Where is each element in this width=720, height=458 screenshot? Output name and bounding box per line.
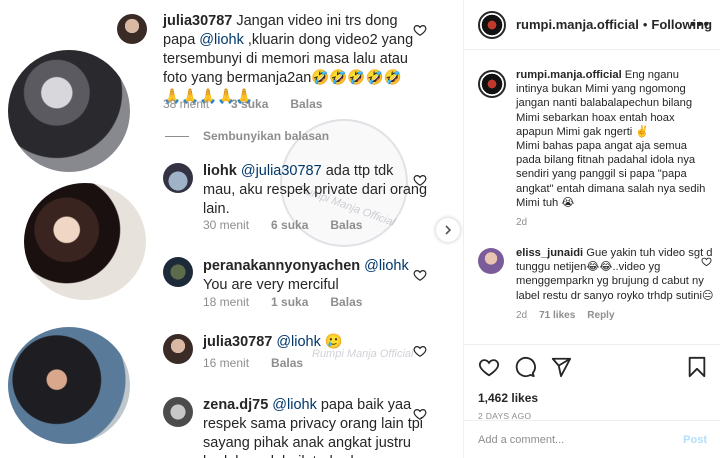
comment-input[interactable]: Add a comment... bbox=[478, 434, 564, 446]
post-button[interactable]: Post bbox=[683, 434, 707, 446]
mention-link: @julia30787 bbox=[240, 163, 322, 179]
heart-icon bbox=[413, 346, 427, 357]
next-slide-button[interactable] bbox=[436, 218, 460, 242]
avatar bbox=[163, 397, 193, 427]
comment: eliss_junaidi Gue yakin tuh video sgt d … bbox=[478, 246, 714, 323]
chevron-right-icon bbox=[445, 225, 452, 235]
bookmark-icon[interactable] bbox=[687, 356, 707, 378]
reply-link: Balas bbox=[330, 295, 363, 309]
avatar bbox=[163, 257, 193, 287]
reply-link: Balas bbox=[330, 218, 363, 232]
heart-icon bbox=[413, 409, 427, 420]
comment-likes[interactable]: 71 likes bbox=[539, 309, 575, 323]
mention-link: @liohk bbox=[364, 258, 409, 274]
comment-meta: 38 menit 3 suka Balas bbox=[163, 97, 323, 111]
heart-icon bbox=[413, 175, 427, 186]
avatar bbox=[163, 163, 193, 193]
heart-icon[interactable] bbox=[701, 256, 712, 267]
comment-meta: 2d 71 likes Reply bbox=[516, 309, 714, 323]
post-caption: rumpi.manja.official Eng nganu intinya b… bbox=[478, 68, 714, 230]
caption-time: 2d bbox=[516, 217, 528, 229]
heart-icon bbox=[413, 25, 427, 36]
mention-link: @liohk bbox=[272, 397, 317, 413]
comment-icon[interactable] bbox=[514, 356, 536, 378]
photo-elderly-couple-3 bbox=[8, 327, 130, 444]
post-image: Rumpi Manja Official Rumpi Manja Officia… bbox=[0, 0, 463, 458]
comment-username: zena.dj75 bbox=[203, 397, 269, 413]
comment-username[interactable]: eliss_junaidi bbox=[516, 247, 583, 259]
mention-link: @liohk bbox=[199, 32, 244, 48]
like-heart-icon[interactable] bbox=[478, 356, 500, 378]
comment: julia30787 @liohk 🥲 bbox=[203, 334, 343, 350]
avatar[interactable] bbox=[478, 10, 506, 39]
post-sidebar: rumpi.manja.official • Following ••• rum… bbox=[463, 0, 720, 458]
mention-link: @liohk bbox=[276, 334, 321, 350]
comment-meta: 16 menit Balas bbox=[203, 356, 304, 370]
likes-count[interactable]: 1,462 likes bbox=[478, 391, 707, 405]
comment-username: julia30787 bbox=[203, 334, 273, 350]
avatar bbox=[117, 14, 147, 44]
avatar[interactable] bbox=[478, 70, 506, 98]
comment: julia30787 Jangan video ini trs dong papa… bbox=[163, 13, 414, 105]
post-actions: 1,462 likes 2 DAYS AGO bbox=[464, 344, 720, 421]
photo-elderly-couple-1 bbox=[8, 50, 130, 172]
caption-username[interactable]: rumpi.manja.official bbox=[516, 69, 622, 81]
post-header: rumpi.manja.official • Following ••• bbox=[464, 0, 720, 50]
comment-meta: 18 menit 1 suka Balas bbox=[203, 295, 363, 309]
hide-replies: Sembunyikan balasan bbox=[165, 129, 329, 143]
add-comment-bar: Add a comment... Post bbox=[464, 420, 720, 458]
comment: liohk @julia30787 ada ttp tdk mau, aku re… bbox=[203, 163, 428, 217]
reply-button[interactable]: Reply bbox=[587, 309, 614, 323]
comment: zena.dj75 @liohk papa baik yaa respek sam… bbox=[203, 397, 424, 458]
reply-link: Balas bbox=[271, 356, 304, 370]
comment-username: liohk bbox=[203, 163, 237, 179]
heart-icon bbox=[413, 270, 427, 281]
comment: peranakannyonyachen @liohk You are very m… bbox=[203, 258, 409, 293]
comment-meta: 30 menit 6 suka Balas bbox=[203, 218, 363, 232]
avatar[interactable] bbox=[478, 248, 504, 274]
avatar bbox=[163, 334, 193, 364]
photo-elderly-couple-2 bbox=[24, 183, 146, 300]
comment-username: peranakannyonyachen bbox=[203, 258, 361, 274]
reply-link: Balas bbox=[290, 97, 323, 111]
comment-username: julia30787 bbox=[163, 13, 233, 29]
post-username[interactable]: rumpi.manja.official bbox=[516, 17, 639, 32]
share-icon[interactable] bbox=[550, 356, 572, 378]
more-options-icon[interactable]: ••• bbox=[690, 16, 710, 34]
